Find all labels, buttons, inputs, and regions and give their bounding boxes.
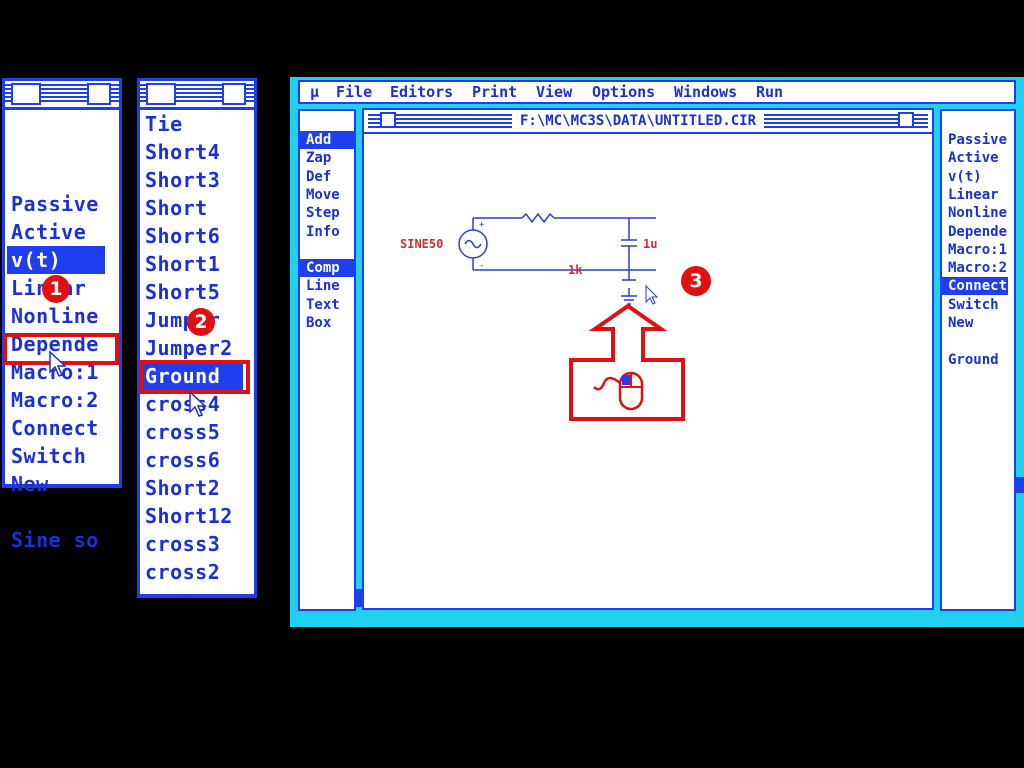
menu2-item-short5[interactable]: Short5 — [141, 278, 243, 306]
mouse-pointer-icon — [645, 284, 659, 305]
tool-comp[interactable]: Comp — [300, 259, 354, 278]
component-active[interactable]: Active — [942, 149, 1008, 167]
component-passive[interactable]: Passive — [942, 131, 1008, 149]
menu-windows[interactable]: Windows — [674, 83, 737, 101]
tool-panel: Add Zap Def Move Step Info Comp Line Text Box — [298, 109, 356, 611]
menu1-item-new[interactable]: New — [7, 470, 105, 498]
component-macro-2[interactable]: Macro:2 — [942, 259, 1008, 277]
click-to-place-arrow-icon — [569, 303, 685, 421]
menu2-item-cross3[interactable]: cross3 — [141, 530, 243, 558]
svg-text:-: - — [479, 261, 484, 271]
menu1-item-switch[interactable]: Switch — [7, 442, 105, 470]
capacitor-label: 1u — [643, 237, 657, 251]
resize-icon[interactable] — [87, 83, 111, 105]
tool-add[interactable]: Add — [300, 131, 354, 149]
menu1-item-connect[interactable]: Connect — [7, 414, 105, 442]
component-connect[interactable]: Connect — [942, 277, 1008, 296]
tool-move[interactable]: Move — [300, 186, 354, 204]
tool-def[interactable]: Def — [300, 168, 354, 186]
menu2-item-short4[interactable]: Short4 — [141, 138, 243, 166]
ground-highlight — [139, 360, 250, 394]
mouse-pointer-icon — [49, 350, 67, 377]
mouse-pointer-icon — [189, 390, 207, 417]
component-panel: Passive Active v(t) Linear Nonline Depende Mac… — [940, 109, 1016, 611]
menu1-item-nonline[interactable]: Nonline — [7, 302, 105, 330]
menu2-item-cross2[interactable]: cross2 — [141, 558, 243, 586]
menu2-item-cross5[interactable]: cross5 — [141, 418, 243, 446]
source-label: SINE50 — [400, 237, 443, 251]
component-switch[interactable]: Switch — [942, 296, 1008, 314]
resize-icon[interactable] — [222, 83, 246, 105]
menu2-item-tie[interactable]: Tie — [141, 110, 243, 138]
panel-titlebar[interactable] — [5, 81, 119, 107]
component-nonline[interactable]: Nonline — [942, 204, 1008, 222]
tool-zap[interactable]: Zap — [300, 149, 354, 167]
menu1-item-v-t[interactable]: v(t) — [7, 246, 105, 274]
menu-bar: µ File Editors Print View Options Window… — [298, 80, 1016, 104]
resistor-label: 1k — [568, 263, 583, 277]
step-3-badge: 3 — [681, 266, 711, 296]
tool-line[interactable]: Line — [300, 277, 354, 295]
schematic-file-path: F:\MC\MC3S\DATA\UNTITLED.CIR — [512, 111, 765, 131]
step-1-badge: 1 — [42, 275, 70, 303]
step-2-badge: 2 — [187, 308, 215, 336]
tool-info[interactable]: Info — [300, 223, 354, 241]
menu-file[interactable]: File — [336, 83, 372, 101]
menu-mu[interactable]: µ — [310, 83, 319, 101]
component-new[interactable]: New — [942, 314, 1008, 332]
panel-titlebar[interactable] — [140, 81, 254, 107]
menu1-item-passive[interactable]: Passive — [7, 190, 105, 218]
menu1-item-sine-so[interactable]: Sine so — [7, 526, 105, 554]
svg-text:+: + — [479, 220, 485, 230]
component-ground[interactable]: Ground — [942, 351, 1008, 369]
component-depende[interactable]: Depende — [942, 223, 1008, 241]
component-macro-1[interactable]: Macro:1 — [942, 241, 1008, 259]
menu-print[interactable]: Print — [472, 83, 517, 101]
menu2-item-jumper2[interactable]: Jumper2 — [141, 334, 243, 362]
scrollbar-indicator-right[interactable] — [1016, 477, 1024, 493]
window-control-icon[interactable] — [11, 83, 41, 105]
window-control-icon[interactable] — [146, 83, 176, 105]
tool-box[interactable]: Box — [300, 314, 354, 332]
menu1-item-active[interactable]: Active — [7, 218, 105, 246]
resize-icon[interactable] — [898, 112, 914, 128]
menu-view[interactable]: View — [536, 83, 572, 101]
window-control-icon[interactable] — [380, 112, 396, 128]
menu2-item-short[interactable]: Short — [141, 194, 243, 222]
tool-text[interactable]: Text — [300, 296, 354, 314]
resistor-symbol — [521, 212, 555, 224]
component-v-t[interactable]: v(t) — [942, 168, 1008, 186]
component-linear[interactable]: Linear — [942, 186, 1008, 204]
menu2-item-short2[interactable]: Short2 — [141, 474, 243, 502]
menu2-item-short6[interactable]: Short6 — [141, 222, 243, 250]
tool-step[interactable]: Step — [300, 204, 354, 222]
menu2-item-short1[interactable]: Short1 — [141, 250, 243, 278]
menu2-item-short12[interactable]: Short12 — [141, 502, 243, 530]
menu-options[interactable]: Options — [592, 83, 655, 101]
menu2-item-cross6[interactable]: cross6 — [141, 446, 243, 474]
schematic-titlebar[interactable]: F:\MC\MC3S\DATA\UNTITLED.CIR — [364, 110, 932, 134]
menu1-item-macro-2[interactable]: Macro:2 — [7, 386, 105, 414]
menu-editors[interactable]: Editors — [390, 83, 453, 101]
menu-run[interactable]: Run — [756, 83, 783, 101]
menu2-item-short3[interactable]: Short3 — [141, 166, 243, 194]
